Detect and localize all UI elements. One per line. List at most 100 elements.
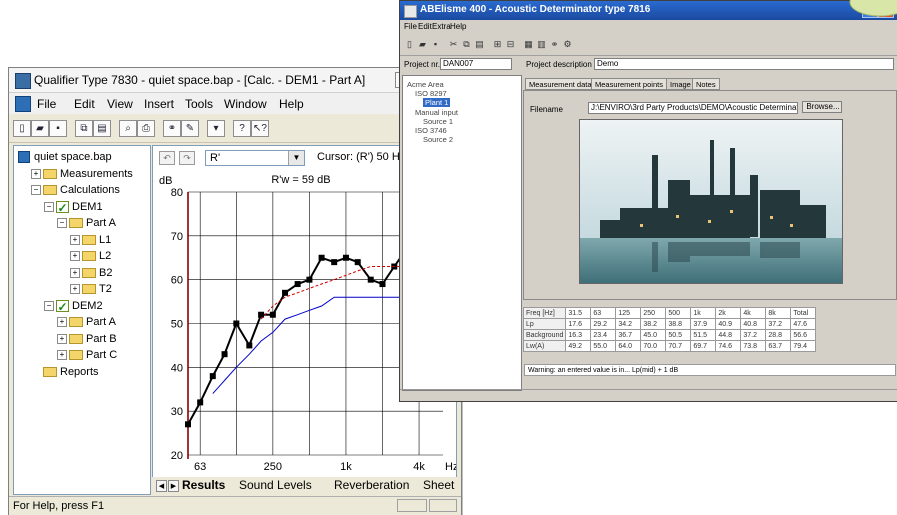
table-cell[interactable]: 28.8 <box>765 329 792 341</box>
new-icon[interactable]: ▯ <box>404 39 415 50</box>
table-cell[interactable]: 73.8 <box>740 340 767 352</box>
table-cell[interactable]: 38.8 <box>665 318 692 330</box>
table-cell[interactable]: 69.7 <box>690 340 717 352</box>
tab-next-icon[interactable]: ▶ <box>168 480 179 492</box>
menu-help[interactable]: Help <box>279 97 304 111</box>
table-cell[interactable]: 56.6 <box>790 329 817 341</box>
table-cell[interactable]: 49.2 <box>565 340 592 352</box>
project-number-field[interactable]: DAN007 <box>440 58 512 70</box>
table-cell[interactable]: 29.2 <box>590 318 617 330</box>
menu-help[interactable]: Help <box>450 22 466 31</box>
table-cell[interactable]: 55.0 <box>590 340 617 352</box>
tree-item[interactable]: − ✓ DEM1 <box>44 200 103 214</box>
table-cell[interactable]: 23.4 <box>590 329 617 341</box>
table-cell[interactable]: 70.0 <box>640 340 667 352</box>
new-icon[interactable]: ▯ <box>13 120 31 137</box>
tree-item[interactable]: + Measurements <box>31 167 133 181</box>
help-icon[interactable]: ? <box>233 120 251 137</box>
tab-image[interactable]: Image <box>666 78 695 90</box>
tree-item[interactable]: ISO 3746 <box>415 126 447 135</box>
tree-item-selected[interactable]: Plant 1 <box>423 98 451 107</box>
collapse-icon[interactable]: − <box>44 300 54 311</box>
paste-icon[interactable]: ▤ <box>474 39 485 50</box>
status-panel-resize[interactable] <box>429 499 457 512</box>
grid-icon[interactable]: ▥ <box>536 39 547 50</box>
expand-icon[interactable]: + <box>70 251 80 262</box>
save-icon[interactable]: ▪ <box>430 39 441 50</box>
paste-icon[interactable]: ▤ <box>93 120 111 137</box>
table-cell[interactable]: 51.5 <box>690 329 717 341</box>
table-cell[interactable]: 40.8 <box>740 318 767 330</box>
table-cell[interactable]: 37.2 <box>740 329 767 341</box>
table-cell[interactable]: 63.7 <box>765 340 792 352</box>
project-description-field[interactable]: Demo <box>594 58 894 70</box>
table-cell[interactable]: 50.5 <box>665 329 692 341</box>
tree-item[interactable]: + Part B <box>57 332 117 346</box>
open-icon[interactable]: ▰ <box>417 39 428 50</box>
tree-item[interactable]: Source 1 <box>423 117 453 126</box>
filename-field[interactable]: J:\ENVIRO\3rd Party Products\DEMO\Acoust… <box>588 102 798 114</box>
expand-icon[interactable]: + <box>57 333 67 344</box>
table-cell[interactable]: 44.8 <box>715 329 742 341</box>
binoculars-icon[interactable]: ⚭ <box>163 120 181 137</box>
curve-select[interactable]: R' ▼ <box>205 150 305 166</box>
settings-icon[interactable]: ⚙ <box>562 39 573 50</box>
menu-insert[interactable]: Insert <box>144 97 174 111</box>
table-cell[interactable]: 70.7 <box>665 340 692 352</box>
print-preview-icon[interactable]: ⌕ <box>119 120 137 137</box>
tab-notes[interactable]: Notes <box>692 78 720 90</box>
tab-results[interactable]: Results <box>182 478 225 492</box>
menu-extra[interactable]: Extra <box>432 22 451 31</box>
collapse-icon[interactable]: − <box>31 185 41 196</box>
open-icon[interactable]: ▰ <box>31 120 49 137</box>
table-cell[interactable]: 79.4 <box>790 340 817 352</box>
table-cell[interactable]: 36.7 <box>615 329 642 341</box>
redo-icon[interactable]: ↷ <box>179 151 195 165</box>
tree-item[interactable]: Manual input <box>415 108 458 117</box>
tree-item[interactable]: quiet space.bap <box>18 150 112 164</box>
tab-prev-icon[interactable]: ◀ <box>156 480 167 492</box>
tree-item[interactable]: − Part A <box>57 216 116 230</box>
table-cell[interactable]: 40.9 <box>715 318 742 330</box>
copy-icon[interactable]: ⧉ <box>461 39 472 50</box>
tree-item[interactable]: − ✓ DEM2 <box>44 299 103 313</box>
menu-window[interactable]: Window <box>224 97 267 111</box>
add-row-icon[interactable]: ⊞ <box>492 39 503 50</box>
qualifier-titlebar[interactable]: Qualifier Type 7830 - quiet space.bap - … <box>9 68 461 93</box>
tree-item[interactable]: Reports <box>31 365 99 379</box>
menu-file[interactable]: File <box>37 97 56 111</box>
tree-item[interactable]: ISO 8297 <box>415 89 447 98</box>
collapse-icon[interactable]: − <box>57 218 67 229</box>
menu-tools[interactable]: Tools <box>185 97 213 111</box>
tree-item[interactable]: + Part C <box>57 348 117 362</box>
tree-item[interactable]: Source 2 <box>423 135 453 144</box>
expand-icon[interactable]: + <box>70 234 80 245</box>
tab-measurement-points[interactable]: Measurement points <box>591 78 667 90</box>
undo-icon[interactable]: ↶ <box>159 151 175 165</box>
expand-icon[interactable]: + <box>57 317 67 328</box>
tree-item[interactable]: + B2 <box>70 266 112 280</box>
expand-icon[interactable]: + <box>57 350 67 361</box>
tree-item[interactable]: Acme Area <box>407 80 444 89</box>
copy-icon[interactable]: ⧉ <box>75 120 93 137</box>
table-cell[interactable]: 16.3 <box>565 329 592 341</box>
table-cell[interactable]: 45.0 <box>640 329 667 341</box>
browse-button[interactable]: Browse... <box>802 101 842 113</box>
tree-item[interactable]: + T2 <box>70 282 112 296</box>
cut-icon[interactable]: ✂ <box>448 39 459 50</box>
remove-row-icon[interactable]: ⊟ <box>505 39 516 50</box>
document-icon[interactable] <box>15 96 31 112</box>
table-cell[interactable]: 34.2 <box>615 318 642 330</box>
save-icon[interactable]: ▪ <box>49 120 67 137</box>
chart-mode-icon[interactable]: ▾ <box>207 120 225 137</box>
collapse-icon[interactable]: − <box>44 201 54 212</box>
tree-item[interactable]: − Calculations <box>31 183 120 197</box>
table-cell[interactable]: 74.6 <box>715 340 742 352</box>
expand-icon[interactable]: + <box>31 168 41 179</box>
tab-reverberation[interactable]: Reverberation <box>334 478 409 492</box>
tab-measurement-data[interactable]: Measurement data <box>525 78 596 90</box>
table-cell[interactable]: 37.2 <box>765 318 792 330</box>
table-icon[interactable]: ▦ <box>523 39 534 50</box>
table-cell[interactable]: 37.9 <box>690 318 717 330</box>
tree-item[interactable]: + Part A <box>57 315 116 329</box>
